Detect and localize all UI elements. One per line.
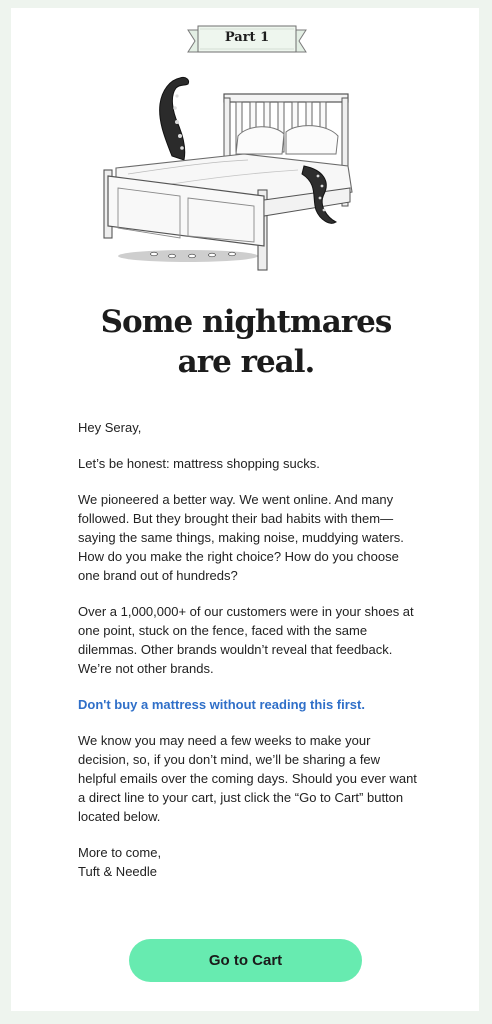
paragraph-pioneered: We pioneered a better way. We went onlin…: [78, 492, 404, 583]
headline-line-1: Some nightmares: [100, 304, 393, 340]
go-to-cart-button[interactable]: Go to Cart: [129, 939, 362, 982]
email-body: Hey Seray, Let’s be honest: mattress sho…: [78, 418, 418, 898]
paragraph-customers: Over a 1,000,000+ of our customers were …: [78, 604, 414, 676]
headline-line-2: are real.: [177, 344, 316, 380]
bed-with-tentacle-icon: [103, 77, 353, 271]
paragraph-intro: Let’s be honest: mattress shopping sucks…: [78, 456, 320, 471]
signoff: More to come,: [78, 845, 162, 860]
headline: Some nightmares are real.: [40, 302, 452, 382]
paragraph-decision: We know you may need a few weeks to make…: [78, 733, 417, 824]
part-label: Part 1: [224, 30, 270, 45]
reading-link[interactable]: Don't buy a mattress without reading thi…: [78, 697, 365, 712]
greeting: Hey Seray,: [78, 420, 142, 435]
signature: Tuft & Needle: [78, 864, 158, 879]
